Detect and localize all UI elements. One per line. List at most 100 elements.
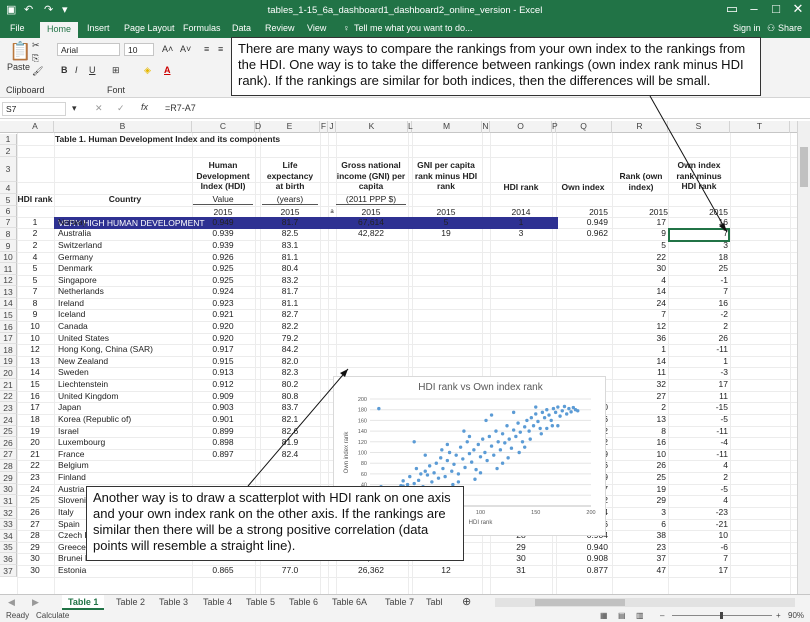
cell-b[interactable]: Netherlands	[58, 286, 188, 297]
zoom-level[interactable]: 90%	[788, 611, 804, 620]
cell-r[interactable]: 23	[614, 542, 666, 553]
zoom-slider-thumb[interactable]	[720, 612, 723, 619]
cell-s[interactable]: 7	[670, 553, 728, 564]
page-layout-view-icon[interactable]: ▤	[618, 611, 626, 620]
cell-s[interactable]: -15	[670, 402, 728, 413]
column-header-r[interactable]: R	[612, 121, 668, 133]
cell-k[interactable]	[336, 275, 406, 286]
cell-s[interactable]: 16	[670, 217, 728, 228]
cell-s[interactable]: 2	[670, 321, 728, 332]
row-header[interactable]: 7	[0, 217, 17, 228]
cell-r[interactable]: 8	[614, 426, 666, 437]
row-header[interactable]: 11	[0, 263, 17, 275]
cell-b[interactable]: Luxembourg	[58, 437, 188, 448]
cell-k[interactable]	[336, 263, 406, 274]
cell-a[interactable]: 5	[17, 275, 53, 286]
cell-e[interactable]	[262, 472, 318, 483]
cell-r[interactable]: 6	[614, 519, 666, 530]
tab-file[interactable]: File	[10, 23, 25, 33]
cell-c[interactable]: 0.912	[193, 379, 253, 390]
cell-r[interactable]: 9	[614, 228, 666, 239]
cell-a[interactable]: 10	[17, 321, 53, 332]
cell-s[interactable]: -4	[670, 437, 728, 448]
cell-a[interactable]: 5	[17, 263, 53, 274]
cell-r[interactable]: 11	[614, 367, 666, 378]
cell-e[interactable]	[262, 460, 318, 471]
row-header[interactable]: 35	[0, 542, 17, 553]
cell-r[interactable]: 26	[614, 460, 666, 471]
tab-scroll-right-icon[interactable]: ▶	[32, 595, 39, 610]
cell-s[interactable]: 11	[670, 391, 728, 402]
cell-a[interactable]: 4	[17, 252, 53, 263]
cell-a[interactable]: 10	[17, 333, 53, 344]
header-hdi-rank-2[interactable]: HDI rank	[492, 182, 550, 193]
cell-m[interactable]	[412, 252, 480, 263]
column-header-n[interactable]: N	[482, 121, 490, 133]
cell-s[interactable]: 7	[670, 286, 728, 297]
cell-q[interactable]	[556, 252, 608, 263]
header-rank-own-index[interactable]: Rank (own index)	[614, 171, 668, 192]
cell-r[interactable]: 27	[614, 391, 666, 402]
column-header-e[interactable]: E	[260, 121, 320, 133]
cell-s[interactable]: 10	[670, 530, 728, 541]
cell-m[interactable]	[412, 321, 480, 332]
paste-icon[interactable]: 📋	[9, 41, 31, 62]
cell-q[interactable]	[556, 298, 608, 309]
cell-a[interactable]: 2	[17, 240, 53, 251]
cell-c[interactable]: 0.939	[193, 228, 253, 239]
cell-r[interactable]: 5	[614, 240, 666, 251]
column-header-f[interactable]: F	[320, 121, 328, 133]
cell-q[interactable]	[556, 263, 608, 274]
cell-b[interactable]: Iceland	[58, 309, 188, 320]
row-header[interactable]: 37	[0, 565, 17, 577]
cell-o[interactable]: 3	[492, 228, 550, 239]
header-country[interactable]: Country	[60, 194, 190, 205]
cell-m[interactable]	[412, 286, 480, 297]
cell-c[interactable]: 0.925	[193, 263, 253, 274]
increase-font-icon[interactable]: A˄	[162, 44, 173, 54]
cell-k[interactable]	[336, 240, 406, 251]
page-break-view-icon[interactable]: ▥	[636, 611, 644, 620]
cell-q[interactable]: 0.949	[556, 217, 608, 228]
tab-insert[interactable]: Insert	[87, 23, 110, 33]
column-header-s[interactable]: S	[668, 121, 730, 133]
cell-s[interactable]: 18	[670, 252, 728, 263]
cell-a[interactable]: 30	[17, 553, 53, 564]
sheet-tab[interactable]: Table 2	[110, 595, 151, 610]
cell-b[interactable]: Estonia	[58, 565, 188, 576]
cell-e[interactable]: 81.1	[262, 298, 318, 309]
column-header-a[interactable]: A	[17, 121, 54, 133]
fill-color-icon[interactable]: ◈	[144, 65, 151, 76]
tab-view[interactable]: View	[307, 23, 326, 33]
cell-o[interactable]: 31	[492, 565, 550, 576]
scroll-thumb[interactable]	[800, 147, 808, 187]
column-header-t[interactable]: T	[730, 121, 790, 133]
cell-o[interactable]	[492, 286, 550, 297]
status-calculate[interactable]: Calculate	[36, 611, 69, 620]
cell-c[interactable]: 0.923	[193, 298, 253, 309]
row-header[interactable]: 6	[0, 206, 17, 217]
cell-b[interactable]: France	[58, 449, 188, 460]
cell-s[interactable]: -5	[670, 484, 728, 495]
cell-k[interactable]: 42,822	[336, 228, 406, 239]
cell-e[interactable]: 82.3	[262, 367, 318, 378]
tab-page-layout[interactable]: Page Layout	[124, 23, 175, 33]
cell-r[interactable]: 29	[614, 495, 666, 506]
row-header[interactable]: 31	[0, 495, 17, 507]
cell-m[interactable]	[412, 356, 480, 367]
cell-a[interactable]: 25	[17, 495, 53, 506]
unit-gni[interactable]: (2011 PPP $)	[336, 194, 406, 205]
ribbon-display-icon[interactable]: ▭	[720, 1, 744, 17]
cell-r[interactable]: 7	[614, 309, 666, 320]
sheet-tab[interactable]: Table 4	[197, 595, 238, 610]
cell-a[interactable]: 20	[17, 437, 53, 448]
cell-a[interactable]: 26	[17, 507, 53, 518]
close-icon[interactable]: ✕	[786, 1, 810, 17]
row-header[interactable]: 18	[0, 344, 17, 356]
cell-o[interactable]	[492, 240, 550, 251]
cell-b[interactable]: Japan	[58, 402, 188, 413]
cell-r[interactable]: 37	[614, 553, 666, 564]
formula-input[interactable]: =R7-A7	[165, 103, 196, 113]
cell-b[interactable]: Norway	[58, 217, 188, 228]
cell-e[interactable]: 82.4	[262, 449, 318, 460]
